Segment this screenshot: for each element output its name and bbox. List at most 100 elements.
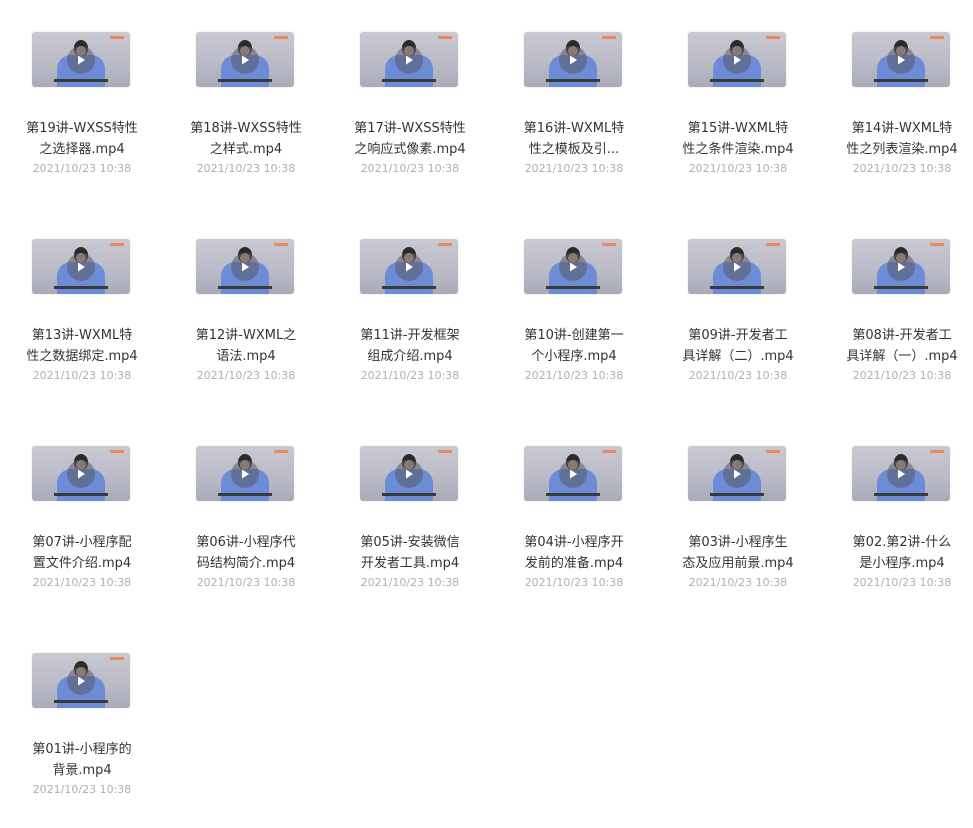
file-item[interactable]: 第11讲-开发框架 组成介绍.mp4 2021/10/23 10:38 — [328, 207, 492, 414]
play-icon[interactable] — [231, 460, 259, 488]
file-name-line1: 第16讲-WXML特 — [523, 121, 625, 136]
video-thumbnail[interactable] — [524, 446, 622, 501]
video-thumbnail[interactable] — [688, 239, 786, 294]
play-icon[interactable] — [887, 46, 915, 74]
file-name[interactable]: 第19讲-WXSS特性 之选择器.mp4 — [0, 118, 164, 160]
file-item[interactable]: 第14讲-WXML特 性之列表渲染.mp4 2021/10/23 10:38 — [820, 0, 973, 207]
file-item[interactable]: 第06讲-小程序代 码结构简介.mp4 2021/10/23 10:38 — [164, 414, 328, 621]
play-icon[interactable] — [559, 460, 587, 488]
video-thumbnail[interactable] — [688, 32, 786, 87]
file-grid: 第19讲-WXSS特性 之选择器.mp4 2021/10/23 10:38 第18讲-… — [0, 0, 973, 796]
video-thumbnail[interactable] — [360, 239, 458, 294]
file-name-line1: 第13讲-WXML特 — [31, 328, 133, 343]
play-icon[interactable] — [559, 46, 587, 74]
play-icon[interactable] — [887, 253, 915, 281]
file-name-line2: 组成介绍.mp4 — [367, 349, 453, 364]
brand-logo — [766, 36, 780, 39]
file-item[interactable]: 第18讲-WXSS特性 之样式.mp4 2021/10/23 10:38 — [164, 0, 328, 207]
play-icon[interactable] — [67, 667, 95, 695]
file-item[interactable]: 第03讲-小程序生 态及应用前景.mp4 2021/10/23 10:38 — [656, 414, 820, 621]
file-name[interactable]: 第05讲-安装微信 开发者工具.mp4 — [328, 532, 492, 574]
file-name[interactable]: 第03讲-小程序生 态及应用前景.mp4 — [656, 532, 820, 574]
video-thumbnail[interactable] — [32, 653, 130, 708]
file-item[interactable]: 第10讲-创建第一 个小程序.mp4 2021/10/23 10:38 — [492, 207, 656, 414]
file-name-line1: 第14讲-WXML特 — [851, 121, 953, 136]
file-name[interactable]: 第11讲-开发框架 组成介绍.mp4 — [328, 325, 492, 367]
play-icon[interactable] — [395, 253, 423, 281]
play-icon[interactable] — [395, 46, 423, 74]
play-icon[interactable] — [559, 253, 587, 281]
file-name-line1: 第09讲-开发者工 — [688, 328, 788, 343]
file-name[interactable]: 第17讲-WXSS特性 之响应式像素.mp4 — [328, 118, 492, 160]
file-name-line1: 第01讲-小程序的 — [32, 742, 132, 757]
video-thumbnail[interactable] — [32, 32, 130, 87]
file-item[interactable]: 第05讲-安装微信 开发者工具.mp4 2021/10/23 10:38 — [328, 414, 492, 621]
file-item[interactable]: 第19讲-WXSS特性 之选择器.mp4 2021/10/23 10:38 — [0, 0, 164, 207]
file-item[interactable]: 第15讲-WXML特 性之条件渲染.mp4 2021/10/23 10:38 — [656, 0, 820, 207]
file-date: 2021/10/23 10:38 — [852, 576, 952, 589]
file-name[interactable]: 第09讲-开发者工 具详解（二）.mp4 — [656, 325, 820, 367]
play-icon[interactable] — [67, 253, 95, 281]
video-thumbnail[interactable] — [32, 239, 130, 294]
file-item[interactable]: 第12讲-WXML之 语法.mp4 2021/10/23 10:38 — [164, 207, 328, 414]
file-item[interactable]: 第08讲-开发者工 具详解（一）.mp4 2021/10/23 10:38 — [820, 207, 973, 414]
file-date: 2021/10/23 10:38 — [688, 162, 788, 175]
file-date: 2021/10/23 10:38 — [524, 162, 624, 175]
file-name[interactable]: 第08讲-开发者工 具详解（一）.mp4 — [820, 325, 973, 367]
brand-logo — [930, 450, 944, 453]
file-date: 2021/10/23 10:38 — [360, 162, 460, 175]
video-thumbnail[interactable] — [196, 32, 294, 87]
play-icon[interactable] — [395, 460, 423, 488]
play-icon[interactable] — [67, 46, 95, 74]
video-thumbnail[interactable] — [852, 446, 950, 501]
file-item[interactable]: 第16讲-WXML特 性之模板及引... 2021/10/23 10:38 — [492, 0, 656, 207]
video-thumbnail[interactable] — [196, 239, 294, 294]
file-name-line1: 第19讲-WXSS特性 — [26, 121, 138, 136]
file-item[interactable]: 第01讲-小程序的 背景.mp4 2021/10/23 10:38 — [0, 621, 164, 828]
file-name-line2: 发前的准备.mp4 — [524, 556, 624, 571]
file-name[interactable]: 第01讲-小程序的 背景.mp4 — [0, 739, 164, 781]
video-thumbnail[interactable] — [524, 32, 622, 87]
file-name[interactable]: 第04讲-小程序开 发前的准备.mp4 — [492, 532, 656, 574]
file-item[interactable]: 第13讲-WXML特 性之数据绑定.mp4 2021/10/23 10:38 — [0, 207, 164, 414]
file-name[interactable]: 第15讲-WXML特 性之条件渲染.mp4 — [656, 118, 820, 160]
file-date: 2021/10/23 10:38 — [688, 576, 788, 589]
video-thumbnail[interactable] — [688, 446, 786, 501]
file-item[interactable]: 第04讲-小程序开 发前的准备.mp4 2021/10/23 10:38 — [492, 414, 656, 621]
video-thumbnail[interactable] — [32, 446, 130, 501]
play-icon[interactable] — [723, 460, 751, 488]
file-name[interactable]: 第14讲-WXML特 性之列表渲染.mp4 — [820, 118, 973, 160]
file-name[interactable]: 第06讲-小程序代 码结构简介.mp4 — [164, 532, 328, 574]
file-item[interactable]: 第02.第2讲-什么 是小程序.mp4 2021/10/23 10:38 — [820, 414, 973, 621]
file-item[interactable]: 第07讲-小程序配 置文件介绍.mp4 2021/10/23 10:38 — [0, 414, 164, 621]
file-name[interactable]: 第18讲-WXSS特性 之样式.mp4 — [164, 118, 328, 160]
video-thumbnail[interactable] — [360, 32, 458, 87]
file-name[interactable]: 第13讲-WXML特 性之数据绑定.mp4 — [0, 325, 164, 367]
play-icon[interactable] — [723, 253, 751, 281]
video-thumbnail[interactable] — [852, 239, 950, 294]
play-icon[interactable] — [723, 46, 751, 74]
video-thumbnail[interactable] — [360, 446, 458, 501]
video-thumbnail[interactable] — [852, 32, 950, 87]
play-icon[interactable] — [231, 253, 259, 281]
file-name[interactable]: 第16讲-WXML特 性之模板及引... — [492, 118, 656, 160]
desk — [218, 286, 272, 289]
file-name-line1: 第18讲-WXSS特性 — [190, 121, 302, 136]
video-thumbnail[interactable] — [524, 239, 622, 294]
desk — [54, 286, 108, 289]
file-name[interactable]: 第02.第2讲-什么 是小程序.mp4 — [820, 532, 973, 574]
file-item[interactable]: 第09讲-开发者工 具详解（二）.mp4 2021/10/23 10:38 — [656, 207, 820, 414]
desk — [710, 286, 764, 289]
file-item[interactable]: 第17讲-WXSS特性 之响应式像素.mp4 2021/10/23 10:38 — [328, 0, 492, 207]
file-name[interactable]: 第12讲-WXML之 语法.mp4 — [164, 325, 328, 367]
file-name[interactable]: 第07讲-小程序配 置文件介绍.mp4 — [0, 532, 164, 574]
video-thumbnail[interactable] — [196, 446, 294, 501]
file-date: 2021/10/23 10:38 — [196, 162, 296, 175]
desk — [218, 493, 272, 496]
play-icon[interactable] — [231, 46, 259, 74]
play-icon[interactable] — [67, 460, 95, 488]
file-name[interactable]: 第10讲-创建第一 个小程序.mp4 — [492, 325, 656, 367]
brand-logo — [766, 450, 780, 453]
desk — [874, 79, 928, 82]
play-icon[interactable] — [887, 460, 915, 488]
